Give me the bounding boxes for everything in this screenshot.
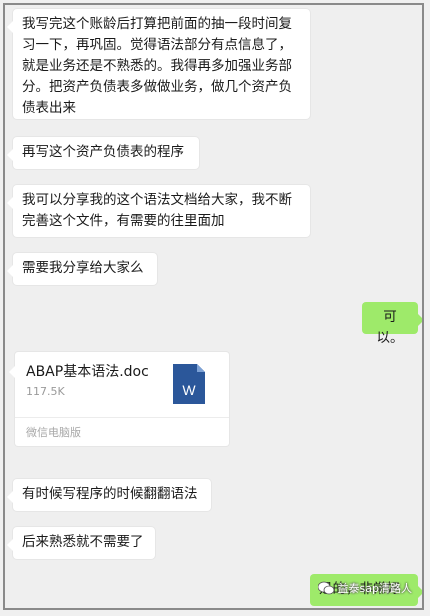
message-bubble[interactable]: 再写这个资产负债表的程序 [7,137,199,169]
message-bubble[interactable]: 需要我分享给大家么 [7,253,157,285]
message-bubble[interactable]: 后来熟悉就不需要了 [7,527,155,559]
chat-window: 我写完这个账龄后打算把前面的抽一段时间复习一下，再巩固。觉得语法部分有点信息了，… [3,3,424,610]
message-bubble-self[interactable]: 可以。 [362,302,422,346]
divider [15,417,229,418]
file-attachment[interactable]: ABAP基本语法.doc 117.5K W 微信电脑版 [9,352,229,446]
message-text: 我写完这个账龄后打算把前面的抽一段时间复习一下，再巩固。觉得语法部分有点信息了，… [22,16,292,116]
message-text: 可以。 [376,309,404,346]
message-bubble[interactable]: 有时候写程序的时候翻翻语法 [7,479,211,511]
message-text: 后来熟悉就不需要了 [22,534,144,550]
message-bubble[interactable]: 我可以分享我的这个语法文档给大家，我不断完善这个文件，有需要的往里面加 [7,185,310,237]
message-text: 再写这个资产负债表的程序 [22,144,184,160]
message-bubble[interactable]: 我写完这个账龄后打算把前面的抽一段时间复习一下，再巩固。觉得语法部分有点信息了，… [7,9,310,119]
word-doc-icon: W [173,364,205,404]
message-text: 我可以分享我的这个语法文档给大家，我不断完善这个文件，有需要的往里面加 [22,192,292,229]
watermark-text: 益泰sap清路人 [337,582,412,595]
message-text: 有时候写程序的时候翻翻语法 [22,486,198,502]
file-size: 117.5K [26,385,65,398]
message-text: 需要我分享给大家么 [22,260,144,276]
watermark: 益泰sap清路人 [317,580,412,596]
file-name: ABAP基本语法.doc [26,364,149,380]
word-doc-letter: W [182,382,196,398]
file-source: 微信电脑版 [26,426,81,439]
wechat-official-account-icon [317,581,334,595]
